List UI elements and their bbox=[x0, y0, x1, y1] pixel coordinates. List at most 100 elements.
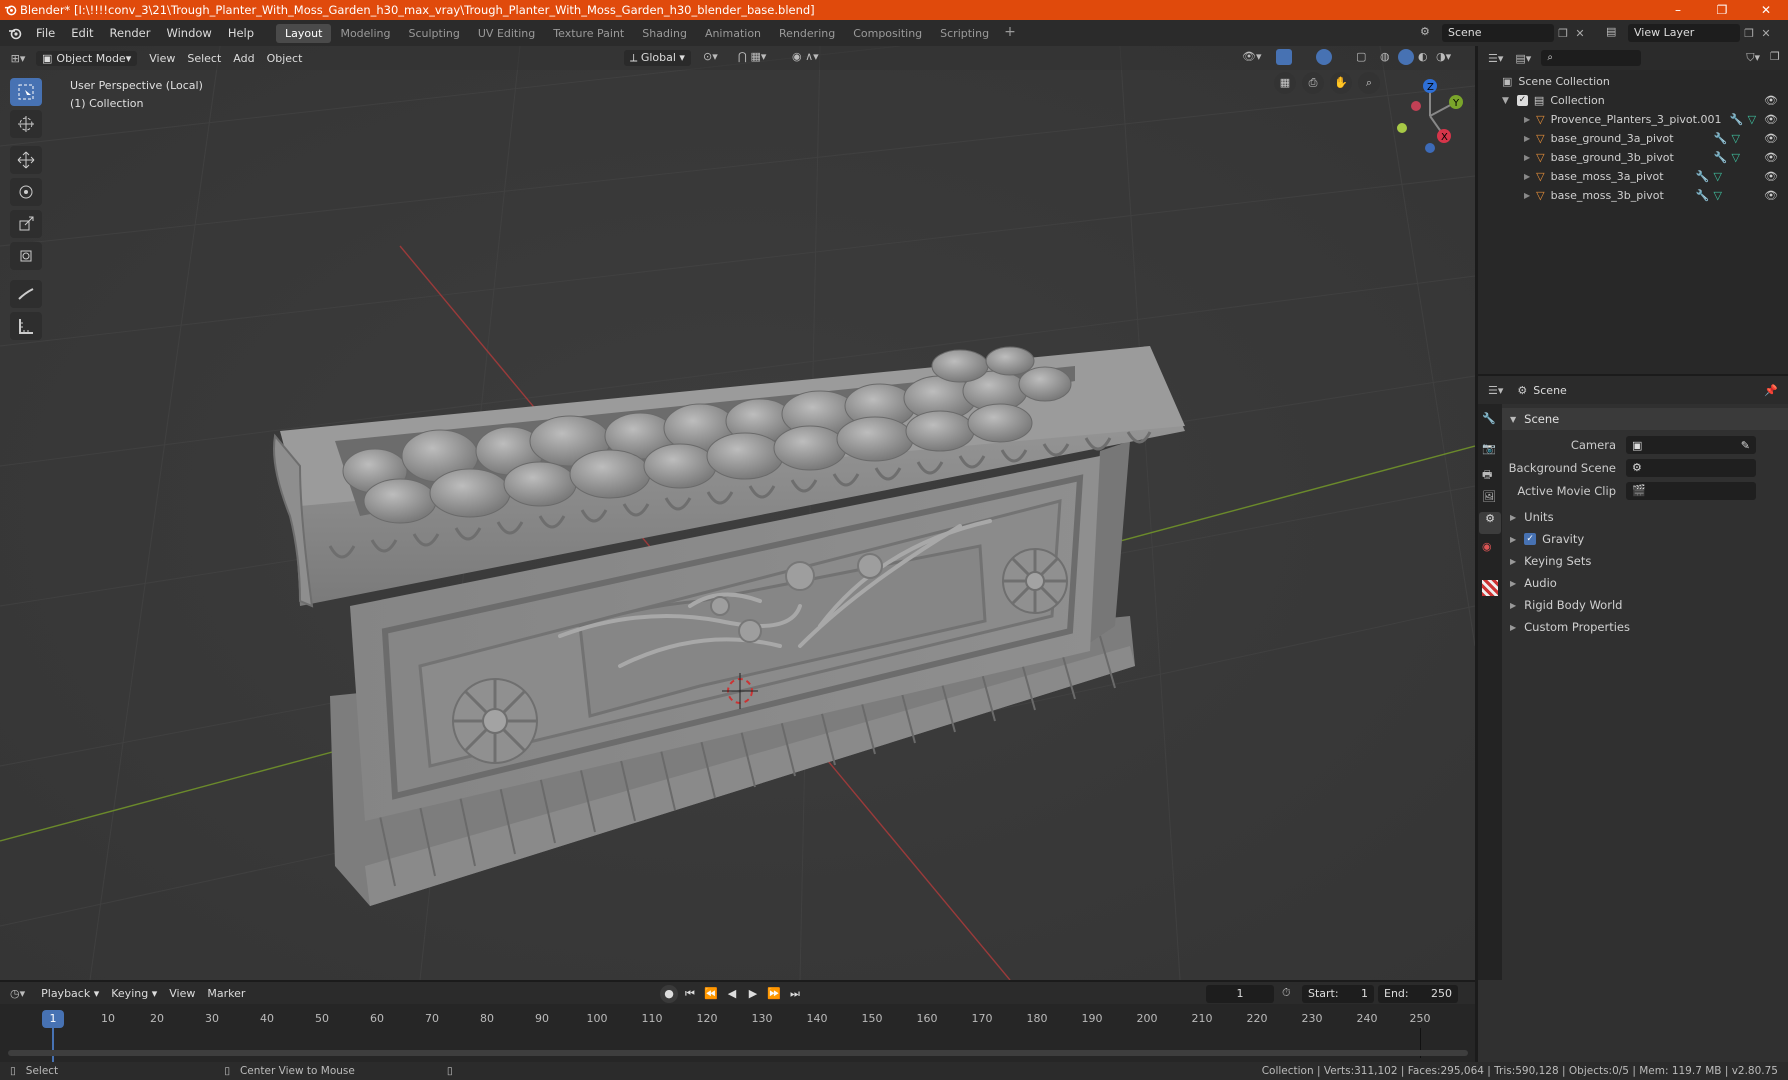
perspective-toggle-icon[interactable]: ▦ bbox=[1274, 72, 1296, 94]
render-tab-icon[interactable]: 📷 bbox=[1482, 442, 1498, 458]
end-frame-field[interactable]: End: 250 bbox=[1378, 985, 1458, 1003]
expand-arrow-icon[interactable]: ▶ bbox=[1524, 115, 1530, 124]
pan-hand-icon[interactable]: ✋ bbox=[1330, 72, 1352, 94]
expand-arrow-icon[interactable]: ▶ bbox=[1524, 134, 1530, 143]
jump-start-icon[interactable]: ⏮ bbox=[681, 985, 699, 1003]
background-scene-field[interactable]: ⚙ bbox=[1626, 459, 1756, 477]
scale-tool[interactable] bbox=[10, 210, 42, 238]
modifier-wrench-icon[interactable]: 🔧 bbox=[1714, 151, 1728, 164]
menu-view[interactable]: View bbox=[143, 51, 181, 66]
rendered-shading-icon[interactable]: ◑▾ bbox=[1436, 50, 1451, 63]
scene-panel-header[interactable]: ▼ Scene bbox=[1502, 408, 1788, 430]
output-tab-icon[interactable]: 🖶 bbox=[1482, 466, 1498, 482]
eye-icon[interactable]: 👁 bbox=[1764, 151, 1778, 164]
mode-selector[interactable]: ▣ Object Mode ▾ bbox=[36, 50, 138, 66]
annotate-tool[interactable] bbox=[10, 280, 42, 308]
menu-marker[interactable]: Marker bbox=[201, 986, 251, 1001]
menu-add[interactable]: Add bbox=[227, 51, 260, 66]
snap-icon[interactable]: ⋂ ▦▾ bbox=[738, 50, 766, 63]
record-icon[interactable]: ● bbox=[660, 985, 678, 1003]
menu-render[interactable]: Render bbox=[102, 26, 159, 40]
world-tab-icon[interactable]: ◉ bbox=[1482, 540, 1498, 556]
filter-icon[interactable]: ⛉▾ bbox=[1746, 51, 1760, 65]
units-section[interactable]: ▶ Units bbox=[1502, 506, 1788, 528]
material-shading-icon[interactable]: ◐ bbox=[1418, 50, 1428, 63]
pin-icon[interactable]: 📌 bbox=[1764, 384, 1778, 397]
start-frame-field[interactable]: Start: 1 bbox=[1302, 985, 1374, 1003]
play-reverse-icon[interactable]: ◀ bbox=[723, 985, 741, 1003]
gizmo-neg-x-icon[interactable] bbox=[1411, 101, 1421, 111]
jump-end-icon[interactable]: ⏭ bbox=[786, 985, 804, 1003]
custom-properties-section[interactable]: ▶ Custom Properties bbox=[1502, 616, 1788, 638]
measure-tool[interactable] bbox=[10, 312, 42, 340]
modifier-wrench-icon[interactable]: 🔧 bbox=[1696, 170, 1710, 183]
menu-object[interactable]: Object bbox=[261, 51, 309, 66]
remove-scene-icon[interactable]: ✕ bbox=[1572, 27, 1588, 40]
expand-arrow-icon[interactable]: ▶ bbox=[1524, 153, 1530, 162]
display-mode-icon[interactable]: ▤▾ bbox=[1515, 52, 1531, 65]
eyedropper-icon[interactable]: ✎ bbox=[1741, 439, 1750, 452]
xray-icon[interactable]: ▢ bbox=[1356, 50, 1366, 63]
menu-playback[interactable]: Playback ▾ bbox=[35, 986, 105, 1001]
tab-modeling[interactable]: Modeling bbox=[331, 24, 399, 43]
overlay-toggle-icon[interactable] bbox=[1316, 49, 1332, 65]
expand-arrow-icon[interactable]: ▶ bbox=[1524, 191, 1530, 200]
play-icon[interactable]: ▶ bbox=[744, 985, 762, 1003]
tab-sculpting[interactable]: Sculpting bbox=[400, 24, 469, 43]
outliner-item[interactable]: ▶ ▽ Provence_Planters_3_pivot.001 🔧 ▽ 👁 bbox=[1478, 110, 1788, 129]
mesh-data-icon[interactable]: ▽ bbox=[1714, 170, 1722, 183]
eye-icon[interactable]: 👁 bbox=[1764, 170, 1778, 183]
prev-keyframe-icon[interactable]: ⏪ bbox=[702, 985, 720, 1003]
menu-select[interactable]: Select bbox=[181, 51, 227, 66]
menu-window[interactable]: Window bbox=[158, 26, 219, 40]
gizmo-neg-y-icon[interactable] bbox=[1397, 123, 1407, 133]
outliner-search-input[interactable]: ⌕ bbox=[1541, 50, 1642, 66]
eye-icon[interactable]: 👁 bbox=[1764, 189, 1778, 202]
tab-rendering[interactable]: Rendering bbox=[770, 24, 844, 43]
scene-tab-icon[interactable]: ⚙ bbox=[1479, 512, 1501, 534]
modifier-wrench-icon[interactable]: 🔧 bbox=[1696, 189, 1710, 202]
wireframe-shading-icon[interactable]: ◍ bbox=[1380, 50, 1390, 63]
playhead-frame-badge[interactable]: 1 bbox=[42, 1010, 64, 1028]
transform-orientation-dropdown[interactable]: ⟂ Global ▾ bbox=[624, 50, 691, 66]
view-layer-tab-icon[interactable]: 🖼 bbox=[1482, 490, 1498, 506]
menu-file[interactable]: File bbox=[28, 26, 63, 40]
collapse-arrow-icon[interactable]: ▼ bbox=[1502, 96, 1509, 106]
visibility-icon[interactable]: 👁▾ bbox=[1242, 50, 1262, 63]
properties-editor-icon[interactable]: ☰▾ bbox=[1488, 384, 1503, 397]
tab-scripting[interactable]: Scripting bbox=[931, 24, 998, 43]
tool-tab-icon[interactable]: 🔧 bbox=[1482, 412, 1498, 428]
camera-field[interactable]: ▣ ✎ bbox=[1626, 436, 1756, 454]
minimize-button[interactable]: – bbox=[1656, 0, 1700, 20]
mesh-data-icon[interactable]: ▽ bbox=[1714, 189, 1722, 202]
eye-icon[interactable]: 👁 bbox=[1764, 132, 1778, 145]
move-tool[interactable] bbox=[10, 146, 42, 174]
active-movie-clip-field[interactable]: 🎬 bbox=[1626, 482, 1756, 500]
view-layer-icon[interactable]: ▤ bbox=[1606, 25, 1628, 41]
outliner-editor-icon[interactable]: ☰▾ bbox=[1488, 52, 1503, 65]
tab-texture-paint[interactable]: Texture Paint bbox=[544, 24, 633, 43]
playhead-line[interactable] bbox=[52, 1028, 54, 1064]
gizmo-toggle-icon[interactable] bbox=[1276, 49, 1292, 65]
new-collection-icon[interactable]: ❐ bbox=[1770, 50, 1780, 63]
rotate-tool[interactable] bbox=[10, 178, 42, 206]
orientation-gizmo[interactable]: Z Y X bbox=[1386, 76, 1466, 156]
tab-uv-editing[interactable]: UV Editing bbox=[469, 24, 544, 43]
outliner-scene-collection[interactable]: ▣ Scene Collection bbox=[1478, 72, 1788, 91]
pivot-icon[interactable]: ⊙▾ bbox=[703, 50, 718, 63]
camera-view-icon[interactable]: ⎙ bbox=[1302, 72, 1324, 94]
current-frame-field[interactable]: 1 bbox=[1206, 985, 1274, 1003]
transform-tool[interactable] bbox=[10, 242, 42, 270]
cursor-tool[interactable] bbox=[10, 110, 42, 138]
solid-shading-icon[interactable] bbox=[1398, 49, 1414, 65]
gravity-checkbox[interactable]: ✓ bbox=[1524, 533, 1537, 545]
maximize-button[interactable]: ❐ bbox=[1700, 0, 1744, 20]
gravity-section[interactable]: ▶ ✓ Gravity bbox=[1502, 528, 1788, 550]
preview-range-icon[interactable]: ⏱ bbox=[1282, 986, 1291, 1000]
tab-compositing[interactable]: Compositing bbox=[844, 24, 931, 43]
proportional-edit-icon[interactable]: ◉ ∧▾ bbox=[792, 50, 819, 63]
3d-viewport[interactable]: ⊞▾ ▣ Object Mode ▾ View Select Add Object… bbox=[0, 46, 1475, 980]
collection-checkbox[interactable]: ✓ bbox=[1516, 95, 1528, 106]
scene-icon[interactable]: ⚙ bbox=[1420, 25, 1442, 41]
menu-edit[interactable]: Edit bbox=[63, 26, 101, 40]
